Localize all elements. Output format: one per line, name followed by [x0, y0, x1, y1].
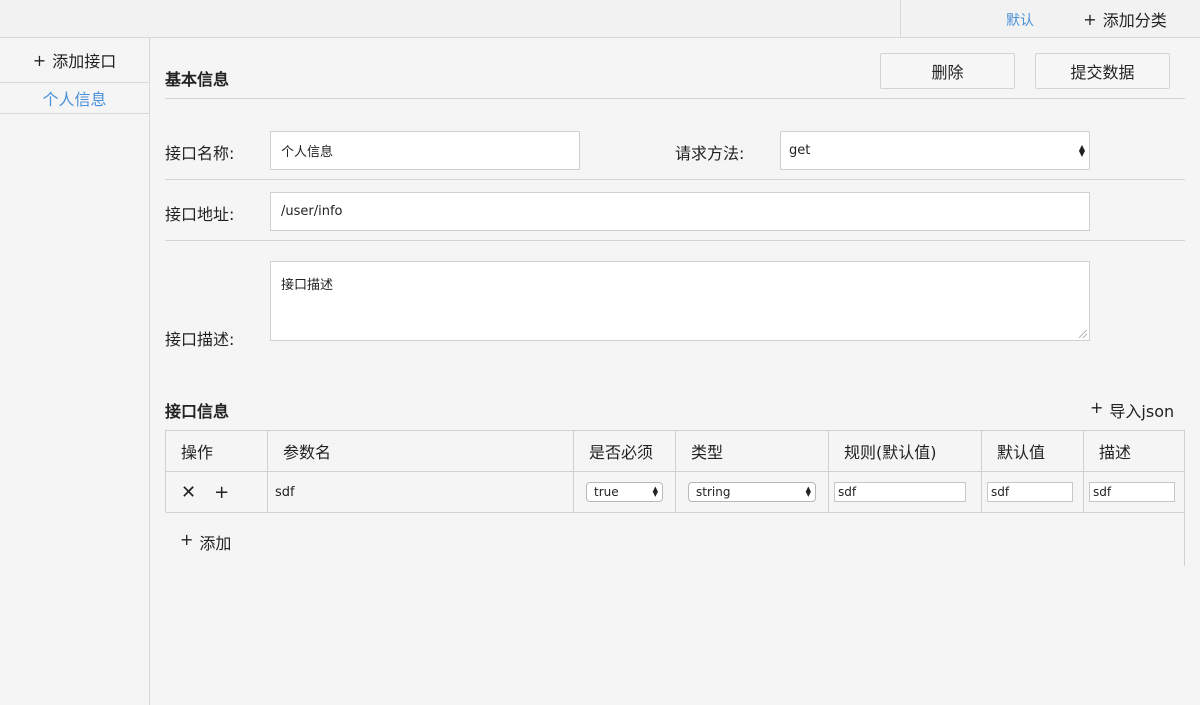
add-api-label: 添加接口: [52, 52, 117, 71]
table-border: [1184, 512, 1185, 566]
sidebar: + 添加接口 个人信息: [0, 38, 150, 705]
import-json-label: 导入json: [1109, 402, 1175, 421]
column-header: 操作: [181, 443, 214, 462]
import-json-button[interactable]: + 导入json: [1090, 398, 1174, 422]
tab-default[interactable]: 默认: [1006, 10, 1034, 30]
top-bar-divider: [900, 0, 901, 38]
add-category-button[interactable]: + 添加分类: [1060, 0, 1190, 38]
divider: [165, 179, 1185, 180]
type-select[interactable]: string ▲ ▼: [688, 482, 816, 502]
default-cell: sdf: [981, 472, 1083, 512]
api-url-input[interactable]: /user/info: [270, 192, 1090, 231]
request-method-label: 请求方法:: [675, 144, 745, 163]
api-info-title: 接口信息: [165, 402, 230, 421]
request-method-select[interactable]: get ▲ ▼: [780, 131, 1090, 170]
column-header: 类型: [675, 431, 828, 471]
add-param-label: 添加: [199, 534, 232, 553]
api-desc-label: 接口描述:: [165, 330, 235, 349]
request-method-value: get: [789, 143, 811, 158]
api-desc-text: 接口描述: [281, 278, 334, 293]
description-input[interactable]: sdf: [1089, 482, 1175, 502]
required-cell: true ▲ ▼: [573, 472, 675, 512]
rule-input[interactable]: sdf: [834, 482, 966, 502]
rule-cell: sdf: [828, 472, 981, 512]
submit-button[interactable]: 提交数据: [1035, 53, 1170, 89]
required-select[interactable]: true ▲ ▼: [586, 482, 663, 502]
divider: [165, 98, 1185, 99]
table-header: 操作 参数名 是否必须 类型 规则(默认值) 默认值 描述: [166, 431, 1184, 472]
select-arrows-icon: ▲ ▼: [652, 485, 658, 498]
api-name-label: 接口名称:: [165, 144, 235, 163]
column-header: 默认值: [981, 431, 1083, 471]
row-actions-cell: ✕ +: [166, 472, 267, 512]
resize-grip-icon[interactable]: [1079, 330, 1087, 338]
column-header: 规则(默认值): [828, 431, 981, 471]
params-table: 操作 参数名 是否必须 类型 规则(默认值) 默认值 描述 ✕ + sdf tr…: [165, 430, 1185, 513]
table-row: ✕ + sdf true ▲ ▼ string ▲ ▼ sdf sdf sdf: [166, 472, 1184, 513]
param-name-cell[interactable]: sdf: [267, 472, 573, 512]
plus-icon: +: [32, 50, 47, 70]
top-bar: 默认 + 添加分类: [0, 0, 1200, 38]
add-api-button[interactable]: + 添加接口: [0, 38, 149, 83]
plus-icon: +: [1083, 9, 1097, 29]
add-param-button[interactable]: + 添加: [180, 530, 231, 554]
api-desc-textarea[interactable]: 接口描述: [270, 261, 1090, 341]
add-row-icon[interactable]: +: [214, 482, 229, 503]
type-cell: string ▲ ▼: [675, 472, 828, 512]
divider: [165, 240, 1185, 241]
sidebar-item-personal-info[interactable]: 个人信息: [0, 83, 149, 114]
api-url-label: 接口地址:: [165, 205, 235, 224]
api-name-input[interactable]: 个人信息: [270, 131, 580, 170]
default-input[interactable]: sdf: [987, 482, 1073, 502]
select-arrows-icon: ▲ ▼: [1078, 142, 1085, 158]
column-header: 是否必须: [573, 431, 675, 471]
remove-row-icon[interactable]: ✕: [181, 482, 196, 503]
add-category-label: 添加分类: [1102, 11, 1167, 30]
required-value: true: [594, 485, 619, 499]
basic-info-title: 基本信息: [165, 70, 230, 89]
column-header: 参数名: [267, 431, 573, 471]
delete-button[interactable]: 删除: [880, 53, 1015, 89]
description-cell: sdf: [1083, 472, 1184, 512]
plus-icon: +: [1090, 398, 1104, 417]
main-panel: 基本信息 删除 提交数据 接口名称: 个人信息 请求方法: get ▲ ▼ 接口地…: [150, 38, 1200, 705]
type-value: string: [696, 485, 731, 499]
column-header: 描述: [1083, 431, 1184, 471]
plus-icon: +: [180, 530, 194, 549]
select-arrows-icon: ▲ ▼: [805, 485, 811, 498]
